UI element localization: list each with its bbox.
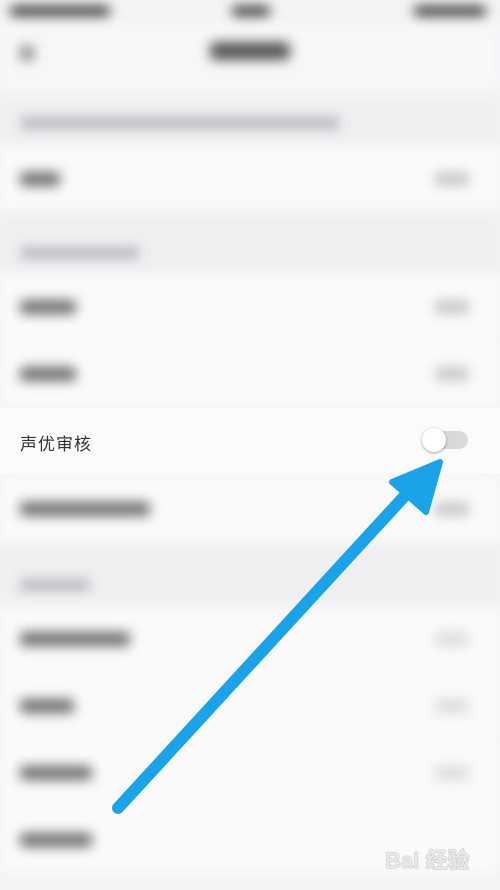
row-label-placeholder — [20, 300, 76, 314]
section-header-text — [20, 580, 90, 590]
row-label-placeholder — [20, 766, 92, 780]
baidu-jingyan-watermark: Bai 经验 — [385, 835, 495, 885]
section-header — [0, 96, 500, 146]
row-toggle-placeholder[interactable] — [434, 367, 470, 381]
settings-row[interactable] — [0, 274, 500, 340]
row-toggle-placeholder[interactable] — [434, 172, 470, 186]
section-header-text — [20, 118, 340, 128]
section-header — [0, 542, 500, 606]
carrier-placeholder — [10, 6, 110, 16]
settings-row[interactable] — [0, 740, 500, 806]
row-label-placeholder — [20, 833, 92, 847]
nav-bar — [0, 22, 500, 92]
back-icon[interactable] — [20, 46, 34, 60]
row-label-placeholder — [20, 699, 74, 713]
voice-actor-review-toggle[interactable] — [422, 428, 468, 452]
watermark-text: Bai 经验 — [385, 848, 470, 873]
settings-row[interactable] — [0, 341, 500, 407]
settings-row[interactable] — [0, 606, 500, 672]
page-title-placeholder — [210, 42, 290, 60]
section-header-text — [20, 248, 140, 258]
row-value-placeholder — [434, 632, 470, 646]
voice-actor-review-row[interactable]: 声优审核 — [0, 408, 500, 474]
battery-placeholder — [414, 6, 486, 16]
voice-actor-review-label: 声优审核 — [20, 435, 92, 454]
row-label-placeholder — [20, 632, 130, 646]
settings-row[interactable] — [0, 146, 500, 212]
row-label-placeholder — [20, 502, 150, 516]
toggle-knob — [422, 428, 446, 452]
settings-row[interactable] — [0, 476, 500, 542]
row-toggle-placeholder[interactable] — [434, 300, 470, 314]
row-label-placeholder — [20, 367, 76, 381]
row-toggle-placeholder[interactable] — [434, 502, 470, 516]
row-value-placeholder — [434, 699, 470, 713]
time-placeholder — [232, 6, 270, 16]
section-header — [0, 212, 500, 274]
row-value-placeholder — [434, 766, 470, 780]
settings-row[interactable] — [0, 673, 500, 739]
row-label-placeholder — [20, 172, 60, 186]
status-bar — [0, 0, 500, 22]
